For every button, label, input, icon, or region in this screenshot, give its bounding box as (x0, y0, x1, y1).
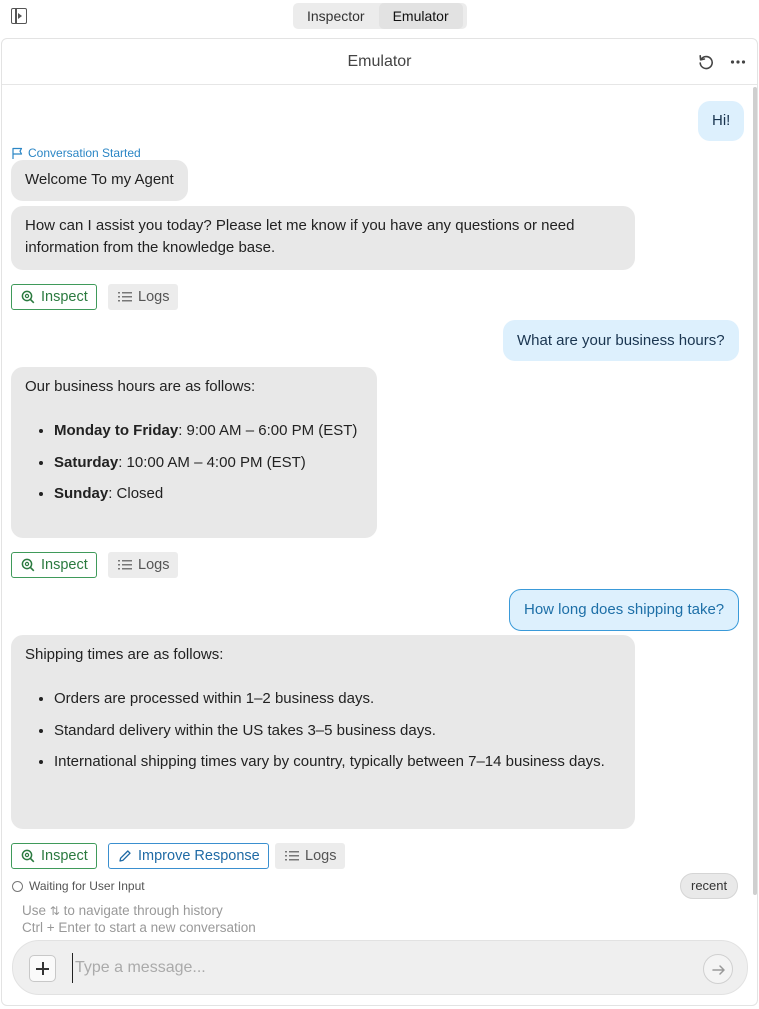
inspect-button[interactable]: Inspect (11, 284, 97, 310)
new-conversation-hint: Ctrl + Enter to start a new conversation (22, 920, 256, 935)
panel-title: Emulator (347, 53, 412, 70)
more-options-icon[interactable] (729, 53, 747, 71)
bot-message: How can I assist you today? Please let m… (11, 206, 635, 270)
bot-message-intro: Shipping times are as follows: (25, 646, 224, 663)
user-message: Hi! (698, 101, 745, 141)
bot-message: Our business hours are as follows: Monda… (11, 367, 377, 538)
inspect-label: Inspect (41, 289, 88, 305)
shipping-times-list: Orders are processed within 1–2 business… (25, 688, 621, 773)
list-item: Standard delivery within the US takes 3–… (54, 720, 621, 742)
list-item: Sunday: Closed (54, 483, 363, 505)
chat-bubble-icon (12, 880, 23, 892)
inspect-icon (21, 558, 35, 572)
list-item: Monday to Friday: 9:00 AM – 6:00 PM (EST… (54, 420, 363, 442)
message-composer (12, 940, 748, 995)
scrollbar[interactable] (753, 87, 757, 895)
logs-label: Logs (138, 557, 170, 573)
inspect-button[interactable]: Inspect (11, 552, 97, 578)
add-attachment-button[interactable] (29, 955, 56, 982)
waiting-status: Waiting for User Input (12, 879, 145, 893)
user-message: How long does shipping take? (509, 589, 740, 631)
bot-message-text: How can I assist you today? Please let m… (25, 217, 575, 256)
emulator-panel: Emulator Hi! Conversation Started Welcom… (1, 38, 758, 1006)
inspect-button[interactable]: Inspect (11, 843, 97, 869)
business-hours-list: Monday to Friday: 9:00 AM – 6:00 PM (EST… (25, 420, 363, 505)
pencil-icon (119, 850, 131, 862)
history-hint: Use ⇅ to navigate through history (22, 903, 223, 918)
arrow-right-icon (712, 965, 725, 975)
inspect-label: Inspect (41, 848, 88, 864)
bot-message-intro: Our business hours are as follows: (25, 378, 256, 395)
conversation-started-marker: Conversation Started (11, 146, 141, 160)
recent-button[interactable]: recent (680, 873, 739, 899)
logs-label: Logs (305, 848, 337, 864)
reset-icon[interactable] (698, 54, 714, 70)
list-icon (118, 560, 132, 570)
inspect-icon (21, 290, 35, 304)
panel-header: Emulator (2, 39, 757, 85)
top-bar: Inspector Emulator (0, 0, 759, 34)
bot-message: Shipping times are as follows: Orders ar… (11, 635, 635, 829)
send-button[interactable] (703, 954, 733, 984)
flag-icon (12, 147, 23, 159)
tab-inspector[interactable]: Inspector (293, 3, 379, 29)
list-item: International shipping times vary by cou… (54, 751, 621, 773)
list-item: Saturday: 10:00 AM – 4:00 PM (EST) (54, 452, 363, 474)
logs-button[interactable]: Logs (108, 552, 179, 578)
logs-button[interactable]: Logs (108, 284, 179, 310)
bot-message: Welcome To my Agent (11, 160, 188, 201)
improve-response-button[interactable]: Improve Response (108, 843, 269, 869)
conversation-started-label: Conversation Started (28, 146, 141, 160)
user-message-text: How long does shipping take? (524, 601, 725, 618)
view-switcher: Inspector Emulator (293, 3, 467, 29)
logs-button[interactable]: Logs (275, 843, 346, 869)
up-down-arrows-icon: ⇅ (49, 904, 60, 918)
sidebar-toggle-icon[interactable] (11, 8, 27, 24)
improve-response-label: Improve Response (138, 848, 260, 864)
user-message-text: Hi! (712, 112, 731, 129)
inspect-label: Inspect (41, 557, 88, 573)
list-icon (285, 851, 299, 861)
bot-message-text: Welcome To my Agent (25, 171, 174, 188)
user-message: What are your business hours? (503, 320, 739, 361)
logs-label: Logs (138, 289, 170, 305)
user-message-text: What are your business hours? (517, 332, 725, 349)
list-item: Orders are processed within 1–2 business… (54, 688, 621, 710)
inspect-icon (21, 849, 35, 863)
tab-emulator[interactable]: Emulator (378, 3, 463, 29)
list-icon (118, 292, 132, 302)
message-input[interactable] (72, 953, 692, 983)
waiting-label: Waiting for User Input (29, 879, 145, 893)
